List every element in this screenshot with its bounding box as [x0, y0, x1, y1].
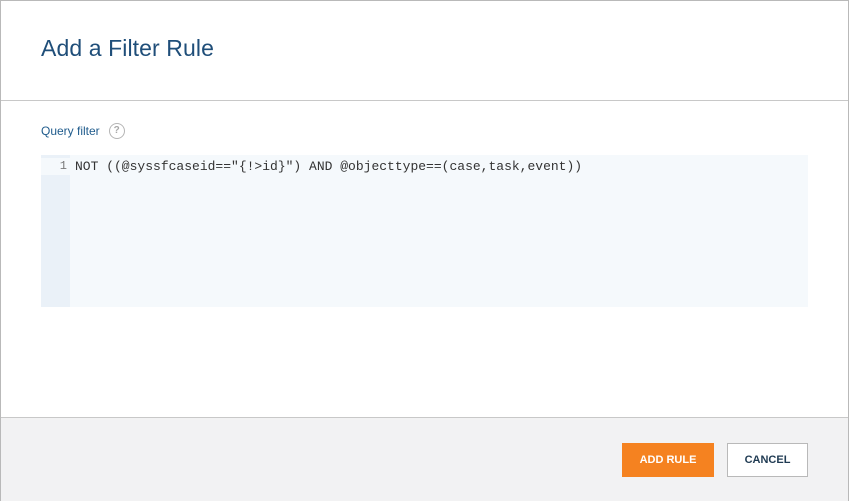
- dialog-header: Add a Filter Rule: [1, 1, 848, 101]
- line-number: 1: [59, 159, 67, 173]
- query-filter-label-row: Query filter ?: [41, 121, 125, 141]
- query-filter-editor[interactable]: 1 NOT ((@syssfcaseid=="{!>id}") AND @obj…: [41, 155, 808, 307]
- editor-gutter: 1: [41, 155, 70, 307]
- query-filter-label: Query filter: [41, 124, 100, 138]
- add-rule-button[interactable]: ADD RULE: [622, 443, 714, 477]
- dialog-footer: ADD RULE CANCEL: [1, 417, 848, 501]
- cancel-button[interactable]: CANCEL: [727, 443, 808, 477]
- add-filter-rule-dialog: Add a Filter Rule Query filter ? 1 NOT (…: [0, 0, 849, 501]
- dialog-title: Add a Filter Rule: [41, 35, 214, 61]
- code-line[interactable]: NOT ((@syssfcaseid=="{!>id}") AND @objec…: [75, 159, 582, 174]
- question-circle-icon[interactable]: ?: [108, 123, 125, 139]
